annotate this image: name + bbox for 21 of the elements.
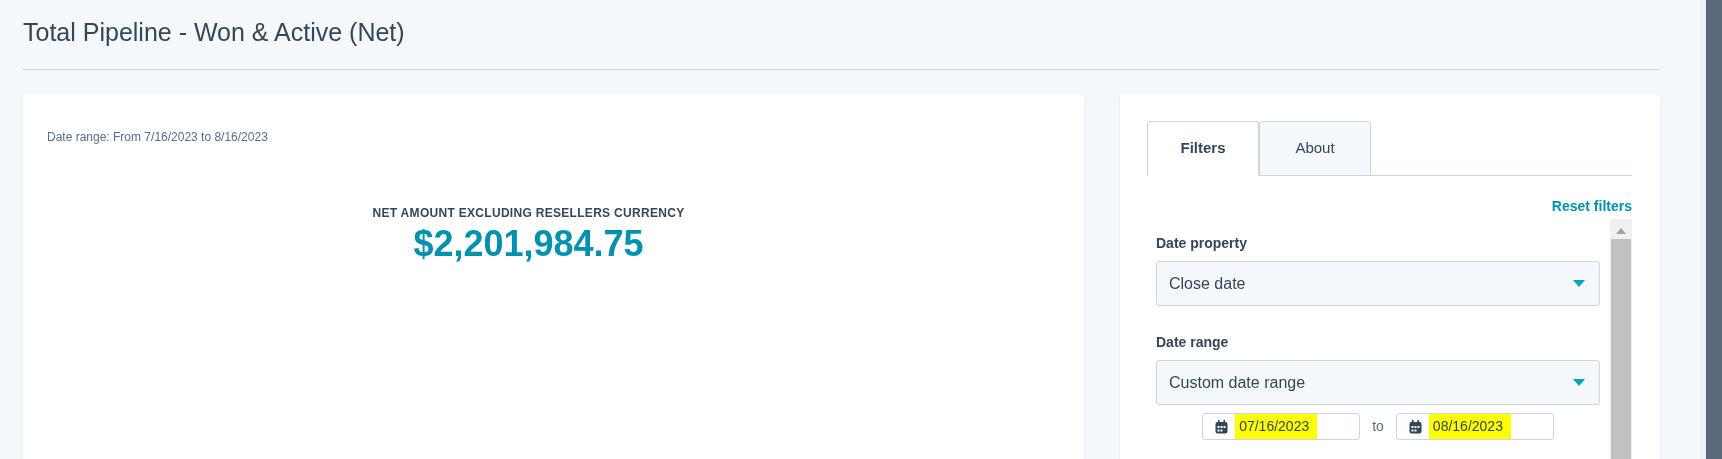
metric-label: NET AMOUNT EXCLUDING RESELLERS CURRENCY — [371, 205, 686, 222]
page-title: Total Pipeline - Won & Active (Net) — [23, 15, 1660, 70]
tab[interactable]: Filters — [1147, 121, 1259, 176]
dropdown-field[interactable]: Custom date range — [1156, 360, 1600, 405]
dropdown-field[interactable]: Close date — [1156, 261, 1600, 306]
date-input[interactable]: 08/16/2023 — [1395, 413, 1554, 440]
dropdown-caret-icon — [1573, 280, 1585, 287]
tab[interactable]: About — [1259, 121, 1371, 176]
date-range-text: Date range: From 7/16/2023 to 8/16/2023 — [47, 129, 269, 146]
date-input[interactable]: 07/16/2023 — [1202, 413, 1361, 440]
calendar-icon[interactable] — [1215, 419, 1229, 434]
scroll-up-icon[interactable] — [1615, 227, 1627, 235]
calendar-icon[interactable] — [1408, 419, 1422, 434]
scrollbar[interactable] — [1610, 219, 1632, 459]
field-label: Date property — [1156, 234, 1249, 253]
dropdown-caret-icon — [1573, 379, 1585, 386]
range-separator: to — [1372, 417, 1384, 436]
scroll-thumb[interactable] — [1611, 239, 1631, 459]
field-label: Date range — [1156, 333, 1230, 352]
metric-value: $2,201,984.75 — [412, 222, 645, 266]
reset-filters-link[interactable]: Reset filters — [1551, 196, 1632, 217]
